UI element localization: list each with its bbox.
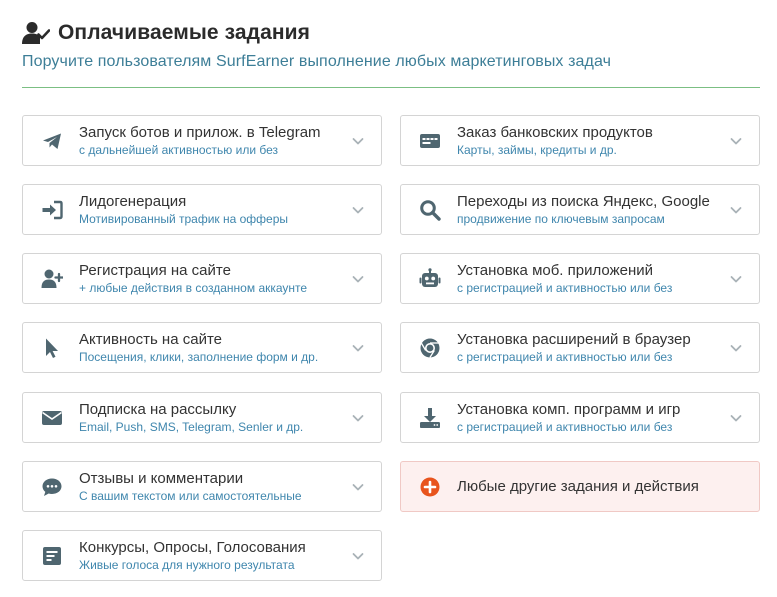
task-card-subtitle: Посещения, клики, заполнение форм и др. — [79, 349, 319, 364]
task-card-bank-products[interactable]: Заказ банковских продуктов Карты, займы,… — [400, 115, 760, 166]
chrome-icon — [419, 337, 441, 359]
page-header: Оплачиваемые задания Поручите пользовате… — [22, 18, 760, 71]
page-subtitle: Поручите пользователям SurfEarner выполн… — [22, 53, 612, 70]
robot-icon — [419, 267, 441, 290]
task-card-reviews[interactable]: Отзывы и комментарии С вашим текстом или… — [22, 461, 382, 512]
task-card-title: Любые другие задания и действия — [457, 477, 699, 495]
task-card-title: Переходы из поиска Яндекс, Google — [457, 192, 710, 210]
task-card-browser-extensions[interactable]: Установка расширений в браузер с регистр… — [400, 322, 760, 373]
chevron-down-icon[interactable] — [351, 272, 365, 286]
task-card-title: Регистрация на сайте — [79, 261, 231, 279]
chevron-down-icon[interactable] — [729, 134, 743, 148]
task-card-subtitle: с регистрацией и активностью или без — [457, 280, 673, 295]
envelope-icon — [41, 407, 63, 429]
task-card-title: Установка расширений в браузер — [457, 330, 691, 348]
chevron-down-icon[interactable] — [351, 203, 365, 217]
task-card-site-activity[interactable]: Активность на сайте Посещения, клики, за… — [22, 322, 382, 373]
chevron-down-icon[interactable] — [351, 134, 365, 148]
title-row: Оплачиваемые задания — [22, 18, 760, 48]
credit-card-icon — [419, 130, 441, 152]
chevron-down-icon[interactable] — [729, 341, 743, 355]
task-card-registration[interactable]: Регистрация на сайте + любые действия в … — [22, 253, 382, 304]
task-card-leadgen[interactable]: Лидогенерация Мотивированный трафик на о… — [22, 184, 382, 235]
task-card-title: Установка комп. программ и игр — [457, 400, 681, 418]
chevron-down-icon[interactable] — [729, 203, 743, 217]
task-card-polls[interactable]: Конкурсы, Опросы, Голосования Живые голо… — [22, 530, 382, 581]
task-card-telegram[interactable]: Запуск ботов и прилож. в Telegram с даль… — [22, 115, 382, 166]
chevron-down-icon[interactable] — [351, 341, 365, 355]
task-card-subtitle: с регистрацией и активностью или без — [457, 349, 673, 364]
search-icon — [419, 199, 441, 221]
task-card-title: Установка моб. приложений — [457, 261, 654, 279]
page-title: Оплачиваемые задания — [58, 21, 311, 44]
telegram-icon — [41, 130, 63, 152]
task-card-title: Конкурсы, Опросы, Голосования — [79, 538, 306, 556]
task-card-title: Заказ банковских продуктов — [457, 123, 653, 141]
chevron-down-icon[interactable] — [351, 549, 365, 563]
task-card-subtitle: продвижение по ключевым запросам — [457, 211, 665, 226]
task-card-subtitle: с дальнейшей активностью или без — [79, 142, 279, 157]
download-icon — [419, 407, 441, 429]
user-check-icon — [22, 22, 50, 44]
task-card-other-tasks[interactable]: Любые другие задания и действия — [400, 461, 760, 512]
task-card-title: Лидогенерация — [79, 192, 187, 210]
task-card-search-traffic[interactable]: Переходы из поиска Яндекс, Google продви… — [400, 184, 760, 235]
sign-in-icon — [41, 199, 63, 221]
cursor-icon — [41, 337, 63, 359]
user-plus-icon — [41, 268, 63, 290]
task-card-subtitle: Карты, займы, кредиты и др. — [457, 142, 617, 157]
task-card-title: Запуск ботов и прилож. в Telegram — [79, 123, 321, 141]
chevron-down-icon[interactable] — [351, 411, 365, 425]
task-card-title: Подписка на рассылку — [79, 400, 237, 418]
task-card-title: Активность на сайте — [79, 330, 222, 348]
task-card-desktop-software[interactable]: Установка комп. программ и игр с регистр… — [400, 392, 760, 443]
task-card-title: Отзывы и комментарии — [79, 469, 244, 487]
task-card-subscription[interactable]: Подписка на рассылку Email, Push, SMS, T… — [22, 392, 382, 443]
task-card-mobile-apps[interactable]: Установка моб. приложений с регистрацией… — [400, 253, 760, 304]
task-card-subtitle: Живые голоса для нужного результата — [79, 557, 295, 572]
plus-circle-icon — [419, 476, 441, 498]
chevron-down-icon[interactable] — [351, 480, 365, 494]
chevron-down-icon[interactable] — [729, 411, 743, 425]
task-card-subtitle: С вашим текстом или самостоятельные — [79, 488, 302, 503]
comment-icon — [41, 476, 63, 498]
header-divider — [22, 87, 760, 88]
task-card-subtitle: с регистрацией и активностью или без — [457, 419, 673, 434]
poll-icon — [41, 545, 63, 567]
chevron-down-icon[interactable] — [729, 272, 743, 286]
task-card-subtitle: Мотивированный трафик на офферы — [79, 211, 289, 226]
task-card-subtitle: Email, Push, SMS, Telegram, Senler и др. — [79, 419, 304, 434]
task-card-subtitle: + любые действия в созданном аккаунте — [79, 280, 308, 295]
